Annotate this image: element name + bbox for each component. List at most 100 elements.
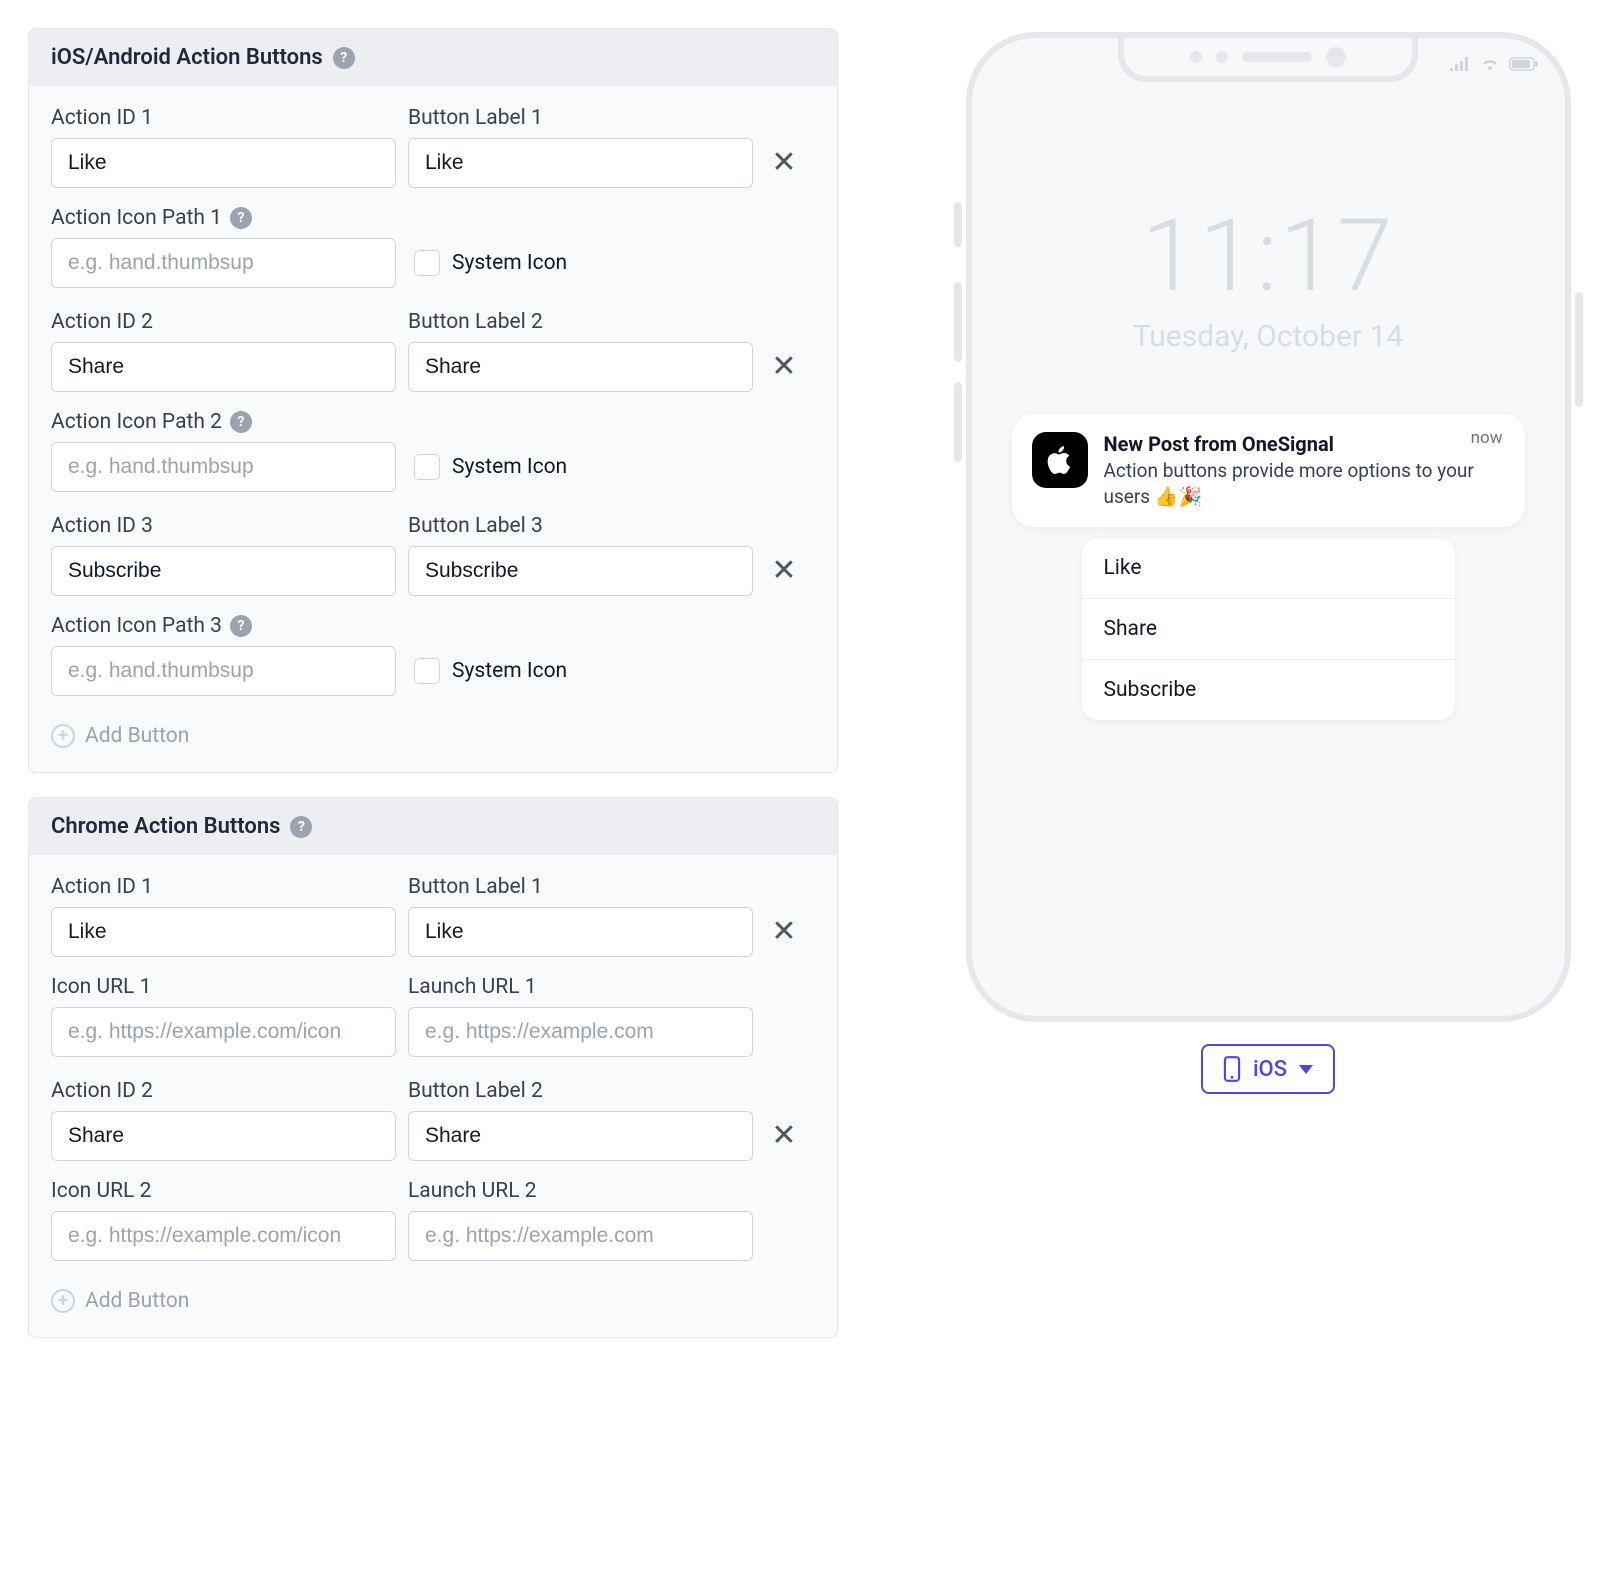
phone-icon [1223, 1056, 1241, 1082]
remove-action-2-button[interactable]: ✕ [765, 342, 803, 392]
chrome-action-id-2-input[interactable] [51, 1111, 396, 1161]
chrome-action-id-2-label: Action ID 2 [51, 1079, 396, 1103]
chrome-action-id-1-input[interactable] [51, 907, 396, 957]
button-label-3-label: Button Label 3 [408, 514, 753, 538]
notification-time: now [1471, 428, 1503, 448]
chrome-launch-url-1-input[interactable] [408, 1007, 753, 1057]
chrome-remove-action-2-button[interactable]: ✕ [765, 1111, 803, 1161]
ios-action-row-2: Action ID 2 Button Label 2 ✕ [51, 310, 815, 392]
chrome-action-row-1: Action ID 1 Button Label 1 ✕ [51, 875, 815, 957]
platform-select-label: iOS [1253, 1057, 1287, 1082]
notification-card: New Post from OneSignal Action buttons p… [1012, 414, 1525, 527]
ios-add-button-label: Add Button [85, 724, 189, 748]
notch-speaker-icon [1242, 52, 1312, 62]
chrome-icon-url-2-input[interactable] [51, 1211, 396, 1261]
apple-icon [1043, 443, 1077, 477]
lockscreen-clock: 11:17 Tuesday, October 14 [972, 198, 1565, 354]
button-label-3-input[interactable] [408, 546, 753, 596]
chrome-launch-url-2-label: Launch URL 2 [408, 1179, 753, 1203]
chrome-button-label-1-label: Button Label 1 [408, 875, 753, 899]
help-icon[interactable]: ? [333, 47, 355, 69]
phone-notch [1118, 38, 1418, 82]
system-icon-1-checkbox[interactable] [414, 250, 440, 276]
plus-icon: + [51, 724, 75, 748]
button-label-2-input[interactable] [408, 342, 753, 392]
close-icon: ✕ [771, 352, 796, 382]
ios-icon-row-3: Action Icon Path 3 ? System Icon [51, 614, 815, 696]
system-icon-1-label: System Icon [452, 251, 567, 275]
chrome-launch-url-2-input[interactable] [408, 1211, 753, 1261]
chrome-url-row-1: Icon URL 1 Launch URL 1 [51, 975, 815, 1057]
notification-title: New Post from OneSignal [1104, 432, 1505, 456]
action-id-3-input[interactable] [51, 546, 396, 596]
notification-body: Action buttons provide more options to y… [1104, 458, 1505, 509]
platform-select[interactable]: iOS [1201, 1044, 1335, 1094]
chrome-url-row-2: Icon URL 2 Launch URL 2 [51, 1179, 815, 1261]
phone-side-button [1575, 292, 1583, 407]
remove-action-1-button[interactable]: ✕ [765, 138, 803, 188]
action-icon-path-1-input[interactable] [51, 238, 396, 288]
chrome-button-label-2-label: Button Label 2 [408, 1079, 753, 1103]
button-label-1-input[interactable] [408, 138, 753, 188]
system-icon-2-label: System Icon [452, 455, 567, 479]
phone-status-bar [1449, 56, 1539, 72]
remove-action-3-button[interactable]: ✕ [765, 546, 803, 596]
close-icon: ✕ [771, 1121, 796, 1151]
chrome-action-id-1-label: Action ID 1 [51, 875, 396, 899]
chrome-add-button-label: Add Button [85, 1289, 189, 1313]
button-label-2-label: Button Label 2 [408, 310, 753, 334]
phone-side-button [954, 382, 962, 462]
chrome-remove-action-1-button[interactable]: ✕ [765, 907, 803, 957]
wifi-icon [1479, 56, 1501, 72]
lockscreen-date: Tuesday, October 14 [972, 319, 1565, 354]
notification-action-subscribe[interactable]: Subscribe [1082, 659, 1455, 720]
chrome-panel: Chrome Action Buttons ? Action ID 1 Butt… [28, 797, 838, 1338]
ios-add-button[interactable]: + Add Button [51, 718, 815, 748]
chrome-icon-url-2-label: Icon URL 2 [51, 1179, 396, 1203]
phone-preview: 11:17 Tuesday, October 14 New Post from … [966, 32, 1571, 1022]
action-icon-path-2-input[interactable] [51, 442, 396, 492]
help-icon[interactable]: ? [230, 411, 252, 433]
notch-dot-icon [1190, 51, 1202, 63]
help-icon[interactable]: ? [230, 615, 252, 637]
close-icon: ✕ [771, 917, 796, 947]
chrome-action-row-2: Action ID 2 Button Label 2 ✕ [51, 1079, 815, 1161]
action-id-1-label: Action ID 1 [51, 106, 396, 130]
chrome-title: Chrome Action Buttons [51, 814, 280, 839]
ios-icon-row-2: Action Icon Path 2 ? System Icon [51, 410, 815, 492]
chrome-icon-url-1-input[interactable] [51, 1007, 396, 1057]
button-label-1-label: Button Label 1 [408, 106, 753, 130]
notification-action-share[interactable]: Share [1082, 598, 1455, 659]
action-icon-path-2-label: Action Icon Path 2 ? [51, 410, 396, 434]
notification-actions: Like Share Subscribe [1082, 538, 1455, 720]
help-icon[interactable]: ? [230, 207, 252, 229]
ios-android-panel-body: Action ID 1 Button Label 1 ✕ Action Icon… [29, 86, 837, 772]
close-icon: ✕ [771, 556, 796, 586]
action-id-2-label: Action ID 2 [51, 310, 396, 334]
ios-action-row-3: Action ID 3 Button Label 3 ✕ [51, 514, 815, 596]
battery-icon [1509, 56, 1539, 72]
lockscreen-time: 11:17 [972, 198, 1565, 315]
action-id-2-input[interactable] [51, 342, 396, 392]
chrome-button-label-1-input[interactable] [408, 907, 753, 957]
notch-camera-icon [1326, 47, 1346, 67]
system-icon-2-checkbox[interactable] [414, 454, 440, 480]
close-icon: ✕ [771, 148, 796, 178]
system-icon-3-checkbox[interactable] [414, 658, 440, 684]
chrome-panel-body: Action ID 1 Button Label 1 ✕ Icon URL 1 [29, 855, 837, 1337]
help-icon[interactable]: ? [290, 816, 312, 838]
phone-side-button [954, 202, 962, 247]
action-icon-path-3-label: Action Icon Path 3 ? [51, 614, 396, 638]
action-icon-path-3-input[interactable] [51, 646, 396, 696]
plus-icon: + [51, 1289, 75, 1313]
chrome-panel-header: Chrome Action Buttons ? [29, 798, 837, 855]
ios-android-title: iOS/Android Action Buttons [51, 45, 323, 70]
action-id-1-input[interactable] [51, 138, 396, 188]
chrome-add-button[interactable]: + Add Button [51, 1283, 815, 1313]
chrome-icon-url-1-label: Icon URL 1 [51, 975, 396, 999]
ios-icon-row-1: Action Icon Path 1 ? System Icon [51, 206, 815, 288]
phone-side-button [954, 282, 962, 362]
notification-action-like[interactable]: Like [1082, 538, 1455, 598]
chrome-button-label-2-input[interactable] [408, 1111, 753, 1161]
ios-android-panel-header: iOS/Android Action Buttons ? [29, 29, 837, 86]
